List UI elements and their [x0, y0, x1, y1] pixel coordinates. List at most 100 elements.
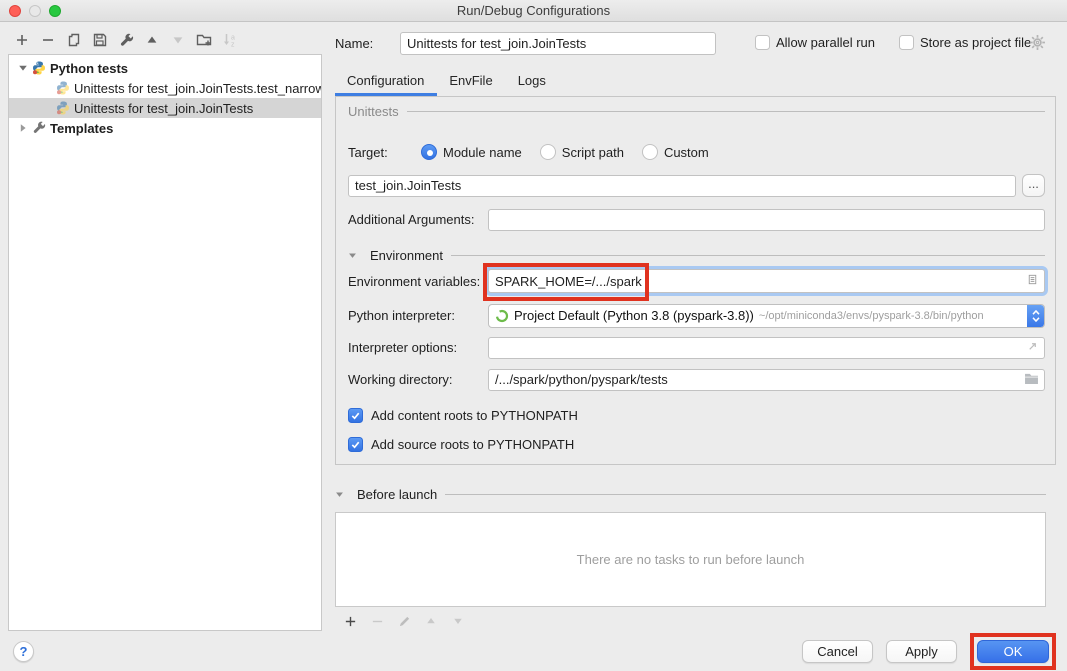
svg-text:a: a [231, 35, 235, 42]
tree-item-python-tests[interactable]: Python tests [9, 58, 321, 78]
add-content-roots-option[interactable]: Add content roots to PYTHONPATH [348, 408, 578, 423]
unittests-group-header: Unittests [348, 104, 1045, 119]
custom-label: Custom [664, 145, 709, 160]
target-value-field[interactable] [348, 175, 1016, 197]
edit-task-icon[interactable] [396, 613, 412, 629]
target-label: Target: [348, 145, 421, 160]
name-input[interactable] [400, 32, 716, 55]
python-tests-icon [32, 61, 46, 75]
environment-variables-label: Environment variables: [348, 274, 488, 289]
target-option-script-path[interactable]: Script path [540, 144, 624, 160]
expand-arrow-icon[interactable] [18, 123, 28, 133]
script-path-radio[interactable] [540, 144, 556, 160]
environment-variables-input[interactable] [495, 270, 1038, 292]
tree-item-unittests-test-narrow[interactable]: Unittests for test_join.JoinTests.test_n… [9, 78, 321, 98]
expand-field-icon[interactable] [1026, 340, 1039, 356]
tab-envfile[interactable]: EnvFile [437, 68, 505, 96]
cancel-button[interactable]: Cancel [802, 640, 873, 663]
move-up-icon[interactable] [144, 32, 160, 48]
apply-button[interactable]: Apply [886, 640, 957, 663]
module-name-radio[interactable] [421, 144, 437, 160]
environment-section-header[interactable]: Environment [348, 248, 1045, 263]
browse-button[interactable]: ... [1022, 174, 1045, 197]
add-content-roots-label: Add content roots to PYTHONPATH [371, 408, 578, 423]
name-label: Name: [335, 36, 373, 51]
working-directory-label: Working directory: [348, 372, 488, 387]
gear-icon[interactable] [1029, 34, 1046, 51]
name-row: Name: Allow parallel run Store as projec… [335, 32, 1067, 56]
interpreter-options-label: Interpreter options: [348, 340, 488, 355]
add-configuration-icon[interactable] [14, 32, 30, 48]
unittests-group-title: Unittests [348, 104, 399, 119]
target-option-module-name[interactable]: Module name [421, 144, 522, 160]
add-source-roots-checkbox[interactable] [348, 437, 363, 452]
tab-configuration[interactable]: Configuration [335, 68, 437, 96]
templates-wrench-icon [32, 121, 46, 135]
additional-arguments-row: Additional Arguments: [348, 208, 1045, 231]
target-value-input[interactable] [355, 176, 1009, 196]
python-interpreter-value: Project Default (Python 3.8 (pyspark-3.8… [514, 308, 754, 323]
dropdown-stepper-icon[interactable] [1027, 305, 1044, 327]
target-option-custom[interactable]: Custom [642, 144, 709, 160]
configuration-editor: Name: Allow parallel run Store as projec… [335, 30, 1067, 631]
sort-configurations-icon[interactable]: az [222, 32, 238, 48]
configuration-panel: Unittests Target: Module name Script pat… [335, 96, 1056, 465]
dialog-footer: ? Cancel Apply OK [0, 631, 1067, 671]
folder-icon[interactable] [1024, 372, 1039, 387]
interpreter-options-row: Interpreter options: [348, 336, 1045, 359]
allow-parallel-run-label: Allow parallel run [776, 35, 875, 50]
environment-section-title: Environment [370, 248, 443, 263]
working-directory-input[interactable] [495, 370, 1038, 390]
python-test-icon [56, 81, 70, 95]
module-name-label: Module name [443, 145, 522, 160]
interpreter-options-field[interactable] [488, 337, 1045, 359]
svg-text:z: z [231, 42, 235, 49]
store-as-project-file-option[interactable]: Store as project file [899, 35, 1031, 50]
tree-item-unittests-jointests[interactable]: Unittests for test_join.JoinTests [9, 98, 321, 118]
help-button[interactable]: ? [13, 641, 34, 662]
additional-arguments-field[interactable] [488, 209, 1045, 231]
before-launch-title: Before launch [357, 487, 437, 502]
allow-parallel-run-checkbox[interactable] [755, 35, 770, 50]
collapse-arrow-icon[interactable] [348, 251, 357, 260]
tree-item-label: Python tests [50, 61, 128, 76]
python-interpreter-path: ~/opt/miniconda3/envs/pyspark-3.8/bin/py… [759, 310, 984, 322]
tree-item-label: Templates [50, 121, 113, 136]
save-configuration-icon[interactable] [92, 32, 108, 48]
remove-task-icon[interactable] [369, 613, 385, 629]
move-task-up-icon[interactable] [423, 613, 439, 629]
configurations-toolbar: az [14, 32, 238, 48]
add-content-roots-checkbox[interactable] [348, 408, 363, 423]
working-directory-row: Working directory: [348, 368, 1045, 391]
edit-templates-icon[interactable] [118, 32, 134, 48]
environment-variables-field[interactable] [488, 269, 1045, 293]
before-launch-task-list[interactable]: There are no tasks to run before launch [335, 512, 1046, 607]
titlebar: Run/Debug Configurations [0, 0, 1067, 22]
tree-item-label: Unittests for test_join.JoinTests.test_n… [74, 81, 321, 96]
remove-configuration-icon[interactable] [40, 32, 56, 48]
allow-parallel-run-option[interactable]: Allow parallel run [755, 35, 875, 50]
add-source-roots-option[interactable]: Add source roots to PYTHONPATH [348, 437, 574, 452]
create-folder-icon[interactable] [196, 32, 212, 48]
move-down-icon[interactable] [170, 32, 186, 48]
before-launch-empty-message: There are no tasks to run before launch [577, 552, 805, 567]
store-as-project-file-checkbox[interactable] [899, 35, 914, 50]
edit-variables-icon[interactable] [1026, 273, 1039, 289]
tree-item-templates[interactable]: Templates [9, 118, 321, 138]
collapse-arrow-icon[interactable] [18, 63, 28, 73]
working-directory-field[interactable] [488, 369, 1045, 391]
copy-configuration-icon[interactable] [66, 32, 82, 48]
move-task-down-icon[interactable] [450, 613, 466, 629]
additional-arguments-input[interactable] [495, 210, 1038, 230]
collapse-arrow-icon[interactable] [335, 490, 344, 499]
python-interpreter-dropdown[interactable]: Project Default (Python 3.8 (pyspark-3.8… [488, 304, 1045, 328]
additional-arguments-label: Additional Arguments: [348, 212, 488, 227]
editor-tabs: Configuration EnvFile Logs [335, 68, 559, 96]
interpreter-options-input[interactable] [495, 338, 1038, 358]
ok-button[interactable]: OK [977, 640, 1049, 663]
before-launch-section-header[interactable]: Before launch [335, 487, 1046, 502]
store-as-project-file-label: Store as project file [920, 35, 1031, 50]
tab-logs[interactable]: Logs [506, 68, 559, 96]
custom-radio[interactable] [642, 144, 658, 160]
add-task-icon[interactable] [342, 613, 358, 629]
